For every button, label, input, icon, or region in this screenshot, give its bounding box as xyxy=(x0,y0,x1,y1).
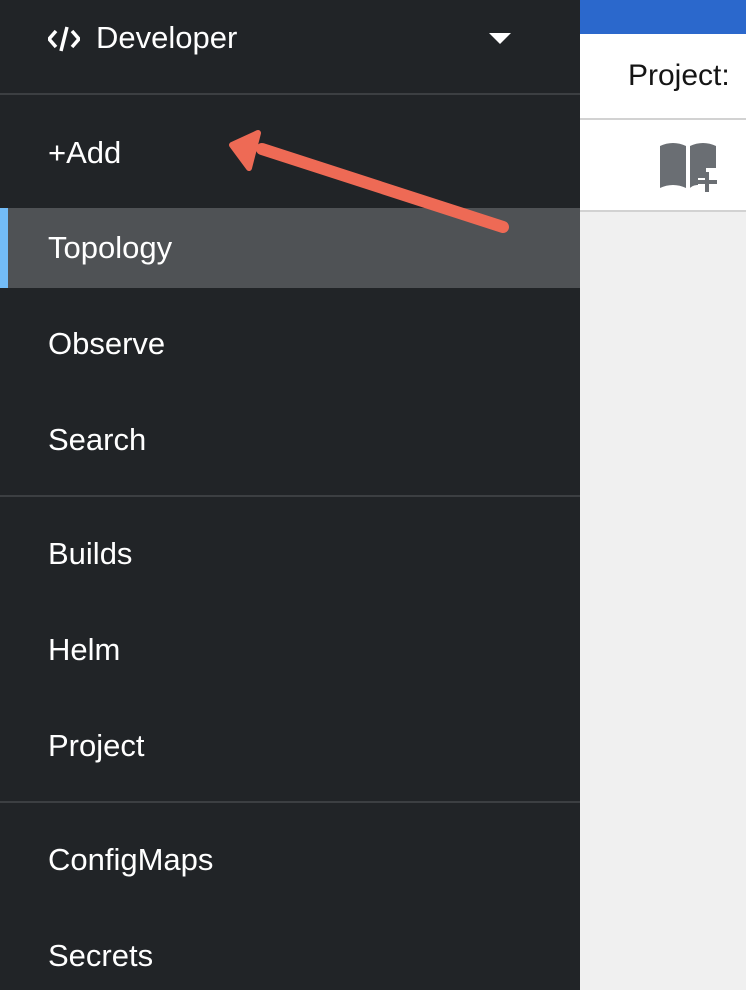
code-icon xyxy=(48,26,80,52)
nav-item-helm[interactable]: Helm xyxy=(0,610,580,690)
nav-item-label: Builds xyxy=(48,536,133,571)
content-area xyxy=(580,212,746,990)
nav-item-search[interactable]: Search xyxy=(0,400,580,480)
active-indicator xyxy=(0,208,8,288)
nav-item-label: Project xyxy=(48,728,145,763)
perspective-switcher[interactable]: Developer xyxy=(0,0,580,95)
nav-item-configmaps[interactable]: ConfigMaps xyxy=(0,820,580,900)
toolbar-row xyxy=(580,120,746,212)
nav-item-builds[interactable]: Builds xyxy=(0,514,580,594)
masthead xyxy=(580,0,746,34)
perspective-label: Developer xyxy=(96,20,238,55)
nav-item-add[interactable]: +Add xyxy=(0,97,580,208)
project-bar: Project: xyxy=(580,34,746,120)
nav-item-secrets[interactable]: Secrets xyxy=(0,916,580,990)
nav-item-label: ConfigMaps xyxy=(48,842,214,877)
nav-item-label: Observe xyxy=(48,326,166,361)
nav-item-label: Topology xyxy=(48,230,173,265)
nav-divider xyxy=(0,801,580,803)
nav-item-topology[interactable]: Topology xyxy=(0,208,580,288)
nav-item-project[interactable]: Project xyxy=(0,706,580,786)
nav-item-label: Helm xyxy=(48,632,121,667)
nav-divider xyxy=(0,495,580,497)
project-selector-label[interactable]: Project: xyxy=(628,59,730,93)
nav-item-observe[interactable]: Observe xyxy=(0,304,580,384)
caret-down-icon[interactable] xyxy=(489,33,511,44)
nav-item-label: Secrets xyxy=(48,938,154,973)
sidebar-nav: Developer +Add Topology Observe Search B… xyxy=(0,0,580,990)
nav-item-label: Search xyxy=(48,422,147,457)
book-plus-icon[interactable] xyxy=(658,138,720,194)
nav-item-label: +Add xyxy=(48,134,122,170)
